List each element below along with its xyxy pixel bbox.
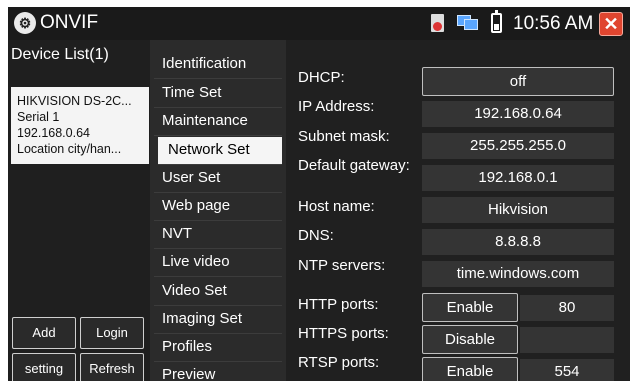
menu-item-time-set[interactable]: Time Set — [154, 80, 282, 108]
dhcp-label: DHCP: — [298, 69, 345, 86]
subnet-mask-field[interactable]: 255.255.255.0 — [422, 133, 614, 159]
device-list-panel: Device List(1) HIKVISION DS-2C... Serial… — [8, 40, 150, 381]
ntp-servers-field[interactable]: time.windows.com — [422, 261, 614, 287]
default-gateway-field[interactable]: 192.168.0.1 — [422, 165, 614, 191]
https-state-button[interactable]: Disable — [422, 325, 518, 354]
sd-card-icon — [431, 14, 444, 32]
setting-button[interactable]: setting — [12, 353, 76, 381]
refresh-button[interactable]: Refresh — [80, 353, 144, 381]
device-card[interactable]: HIKVISION DS-2C... Serial 1 192.168.0.64… — [11, 87, 149, 164]
app-title: ONVIF — [40, 12, 99, 33]
host-name-field[interactable]: Hikvision — [422, 197, 614, 223]
login-button[interactable]: Login — [80, 317, 144, 349]
battery-icon — [491, 10, 502, 33]
ip-address-field[interactable]: 192.168.0.64 — [422, 101, 614, 127]
subnet-mask-label: Subnet mask: — [298, 128, 390, 145]
menu-item-network-set[interactable]: Network Set — [158, 137, 282, 165]
https-port-field[interactable] — [520, 327, 614, 353]
menu-item-web-page[interactable]: Web page — [154, 193, 282, 221]
menu-item-preview[interactable]: Preview — [154, 362, 282, 381]
dns-field[interactable]: 8.8.8.8 — [422, 229, 614, 255]
https-ports-label: HTTPS ports: — [298, 325, 389, 342]
rtsp-port-field[interactable]: 554 — [520, 359, 614, 381]
close-button[interactable]: ✕ — [599, 12, 623, 36]
menu-item-user-set[interactable]: User Set — [154, 165, 282, 193]
menu-item-imaging-set[interactable]: Imaging Set — [154, 306, 282, 334]
http-ports-label: HTTP ports: — [298, 296, 379, 313]
rtsp-ports-label: RTSP ports: — [298, 354, 380, 371]
rtsp-state-button[interactable]: Enable — [422, 357, 518, 381]
menu-item-identification[interactable]: Identification — [154, 51, 282, 79]
menu-item-maintenance[interactable]: Maintenance — [154, 108, 282, 136]
dns-label: DNS: — [298, 227, 334, 244]
network-settings-panel: DHCP: off IP Address: 192.168.0.64 Subne… — [286, 40, 630, 381]
dhcp-toggle[interactable]: off — [422, 67, 614, 96]
menu-item-video-set[interactable]: Video Set — [154, 278, 282, 306]
device-list-header: Device List(1) — [11, 46, 109, 63]
host-name-label: Host name: — [298, 198, 375, 215]
settings-menu: Identification Time Set Maintenance Netw… — [154, 40, 282, 381]
device-serial: Serial 1 — [17, 110, 60, 124]
ip-address-label: IP Address: — [298, 98, 375, 115]
status-bar: ⚙ ONVIF 10:56 AM ✕ — [8, 7, 630, 40]
clock: 10:56 AM — [513, 13, 594, 34]
menu-item-profiles[interactable]: Profiles — [154, 334, 282, 362]
add-button[interactable]: Add — [12, 317, 76, 349]
device-name: HIKVISION DS-2C... — [17, 94, 132, 108]
ntp-servers-label: NTP servers: — [298, 257, 386, 274]
device-ip: 192.168.0.64 — [17, 126, 90, 140]
default-gateway-label: Default gateway: — [298, 157, 410, 174]
onvif-logo-icon: ⚙ — [14, 12, 36, 34]
menu-item-live-video[interactable]: Live video — [154, 249, 282, 277]
network-icon — [457, 15, 478, 30]
http-port-field[interactable]: 80 — [520, 295, 614, 321]
device-location: Location city/han... — [17, 142, 122, 156]
http-state-button[interactable]: Enable — [422, 293, 518, 322]
device-screen: ⚙ ONVIF 10:56 AM ✕ Device List(1) HIKVIS… — [8, 7, 630, 381]
menu-item-nvt[interactable]: NVT — [154, 221, 282, 249]
